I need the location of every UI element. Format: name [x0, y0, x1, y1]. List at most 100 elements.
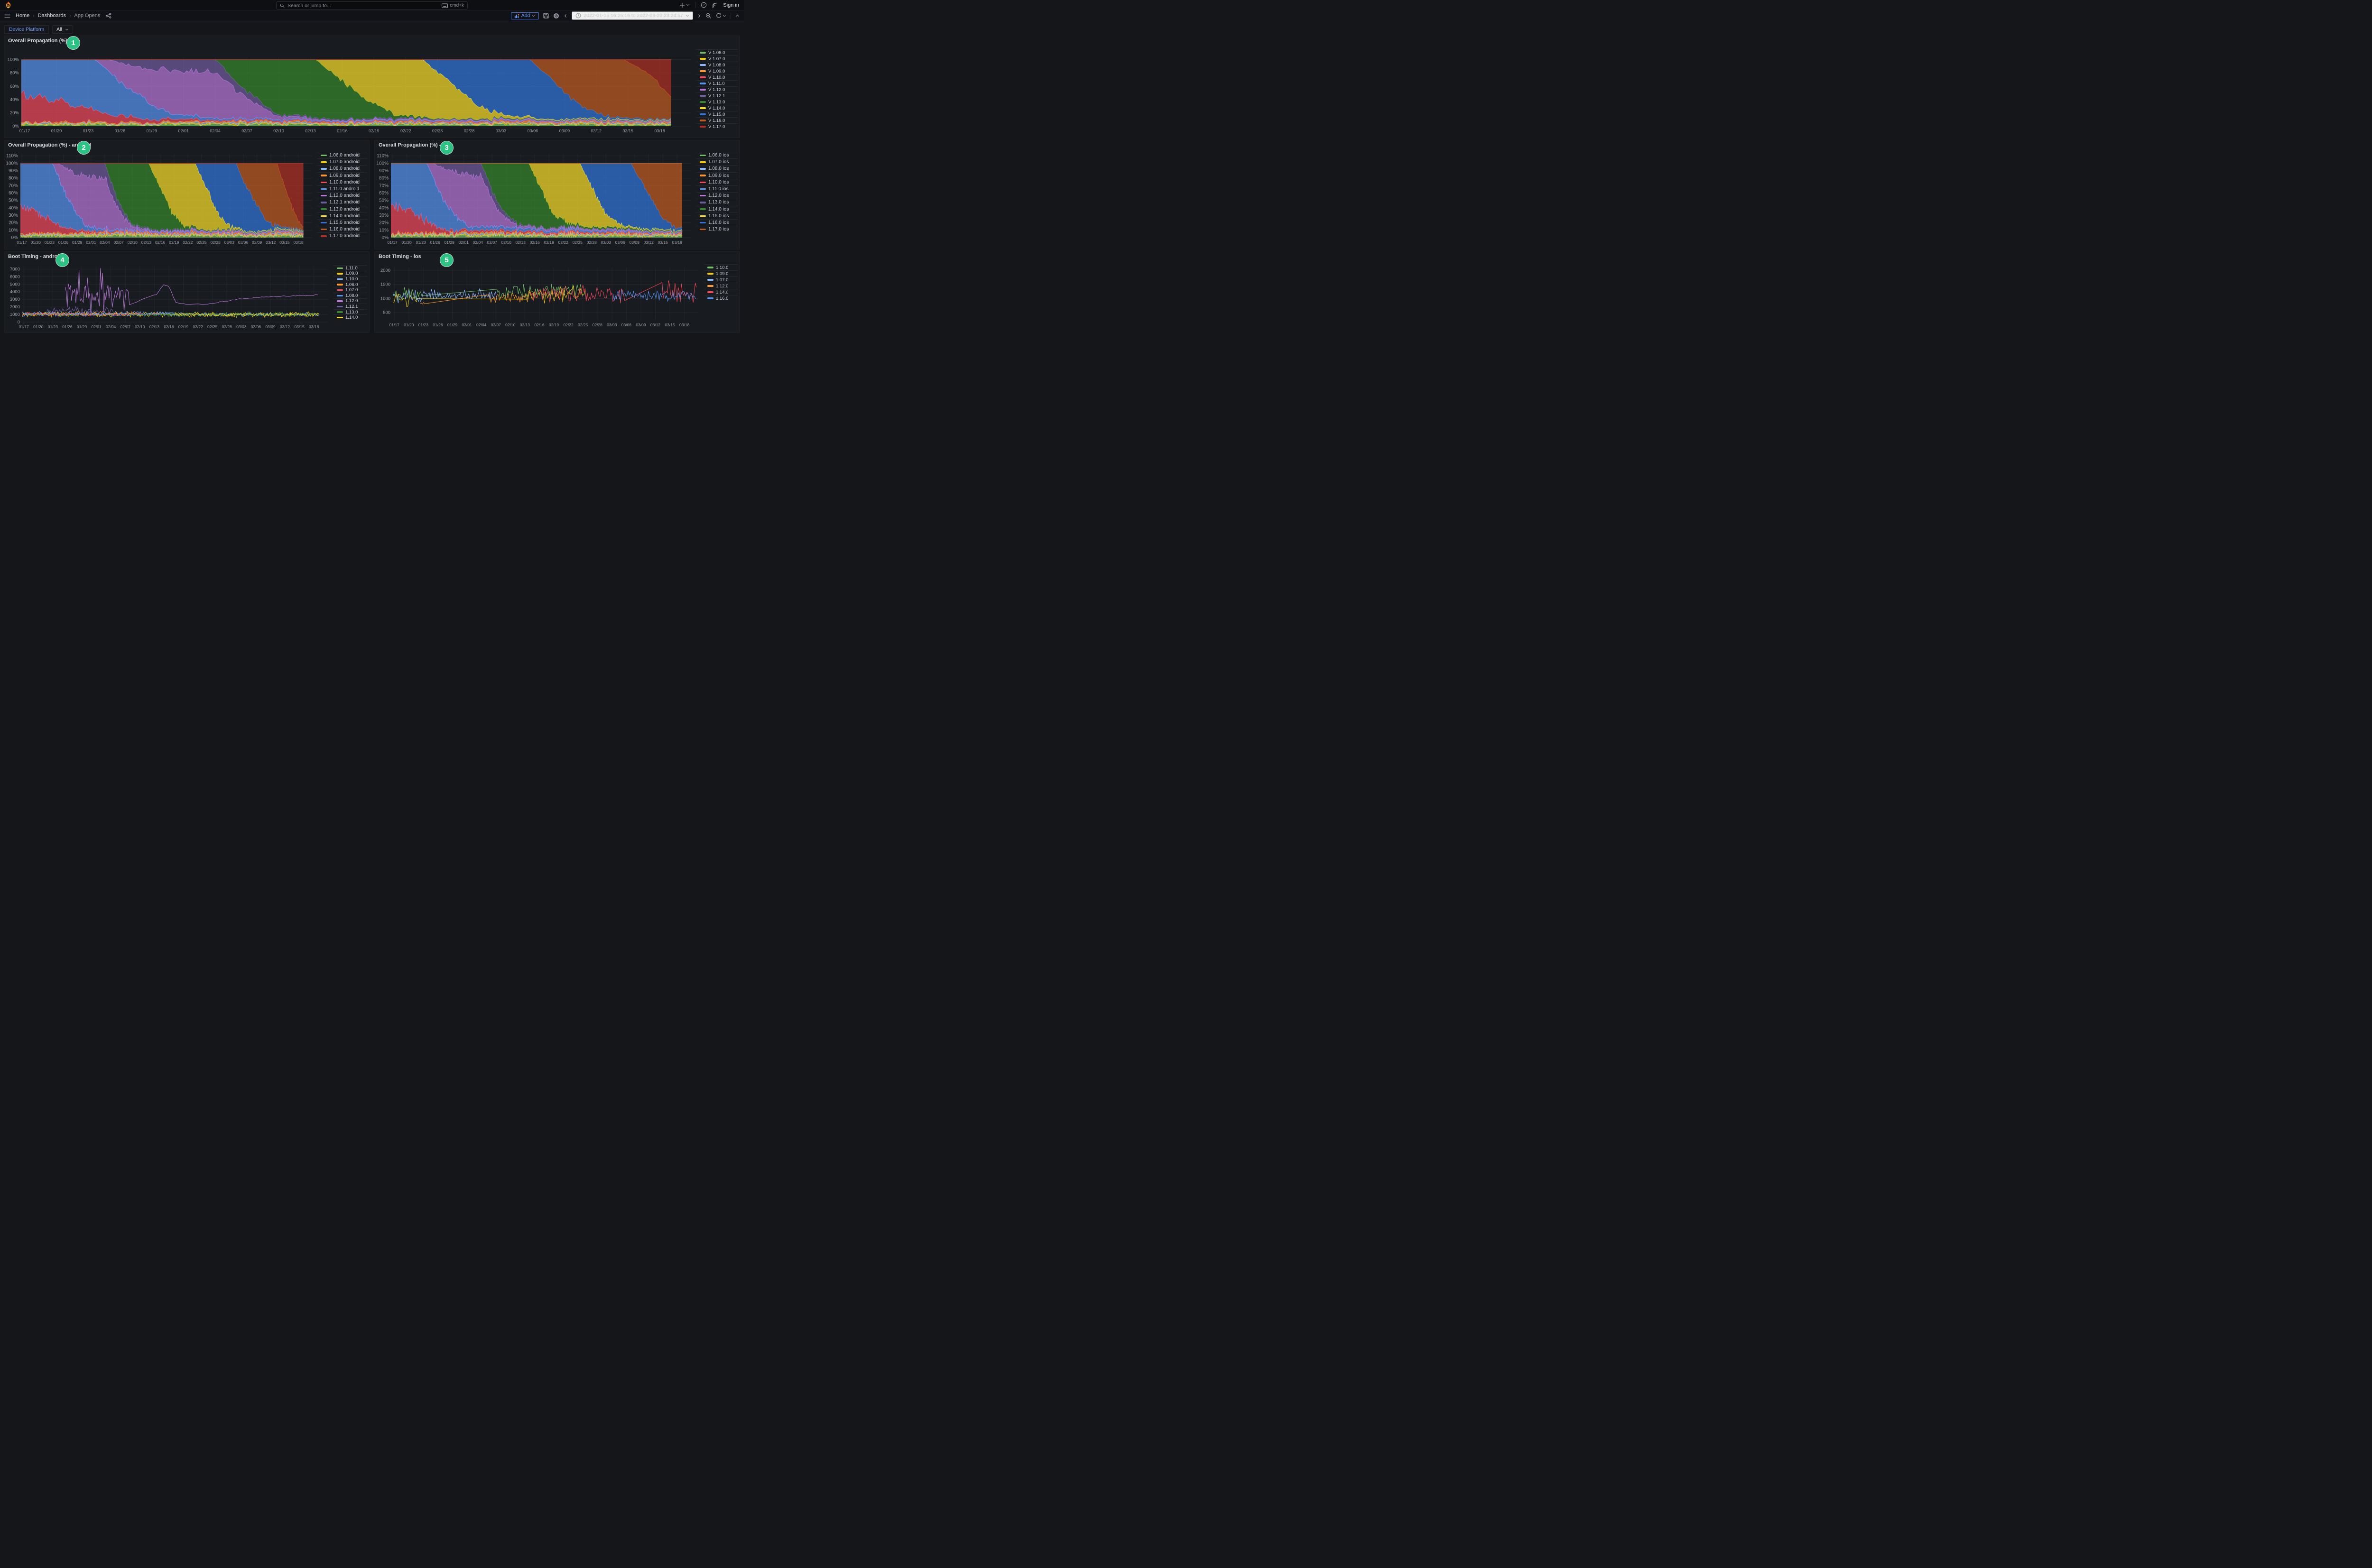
legend-item[interactable]: 1.10.0: [704, 264, 738, 270]
panel-title[interactable]: Boot Timing - ios: [375, 252, 740, 261]
legend-item[interactable]: 1.12.0 android: [317, 192, 367, 199]
legend-item[interactable]: 1.13.0 ios: [696, 199, 738, 205]
legend-item[interactable]: 1.12.0: [333, 298, 367, 304]
legend-label: 1.06.0: [345, 282, 358, 287]
legend-item[interactable]: 1.12.0 ios: [696, 192, 738, 199]
variable-value-dropdown[interactable]: All: [52, 25, 73, 34]
legend-item[interactable]: 1.14.0: [333, 314, 367, 320]
legend-item[interactable]: 1.16.0: [704, 295, 738, 301]
legend-item[interactable]: V 1.12.1: [696, 92, 738, 99]
legend-item[interactable]: 1.16.0 android: [317, 226, 367, 232]
legend-item[interactable]: 1.14.0 ios: [696, 206, 738, 212]
svg-text:02/25: 02/25: [573, 240, 583, 245]
stacked-area-chart[interactable]: 01/1701/2001/2301/2601/2902/0102/0402/07…: [4, 46, 693, 137]
refresh-button[interactable]: [716, 13, 726, 18]
legend-item[interactable]: 1.09.0 android: [317, 172, 367, 179]
kiosk-mode-button[interactable]: [735, 14, 740, 18]
breadcrumb-home[interactable]: Home: [16, 13, 29, 18]
line-chart[interactable]: 01/1701/2001/2301/2601/2902/0102/0402/07…: [4, 261, 330, 332]
legend-item[interactable]: 1.09.0: [704, 270, 738, 277]
svg-text:0%: 0%: [12, 124, 19, 129]
legend-item[interactable]: 1.07.0: [333, 287, 367, 293]
legend-item[interactable]: 1.15.0 android: [317, 219, 367, 226]
panel-title[interactable]: Overall Propagation (%): [4, 36, 740, 46]
legend-item[interactable]: 1.14.0: [704, 289, 738, 295]
time-range-picker[interactable]: 2022-01-16 16:25:16 to 2022-03-20 23:24:…: [572, 11, 693, 20]
grafana-logo[interactable]: [5, 1, 12, 9]
legend-item[interactable]: 1.11.0: [333, 265, 367, 271]
legend-item[interactable]: V 1.10.0: [696, 74, 738, 80]
legend-item[interactable]: 1.10.0 ios: [696, 179, 738, 185]
legend-item[interactable]: 1.16.0 ios: [696, 219, 738, 226]
news-button[interactable]: [712, 2, 718, 8]
legend-item[interactable]: V 1.15.0: [696, 111, 738, 117]
legend-item[interactable]: 1.13.0 android: [317, 206, 367, 212]
legend-swatch: [337, 306, 343, 308]
legend-item[interactable]: 1.12.1 android: [317, 199, 367, 205]
breadcrumb-separator: ›: [69, 13, 71, 18]
svg-text:?: ?: [703, 3, 705, 7]
zoom-out-time-button[interactable]: [705, 13, 712, 19]
legend-item[interactable]: V 1.09.0: [696, 68, 738, 74]
legend-item[interactable]: 1.17.0 ios: [696, 226, 738, 232]
legend-item[interactable]: 1.09.0 ios: [696, 172, 738, 179]
legend-item[interactable]: V 1.08.0: [696, 62, 738, 68]
legend-item[interactable]: V 1.13.0: [696, 99, 738, 105]
legend-item[interactable]: 1.14.0 android: [317, 212, 367, 219]
legend-item[interactable]: 1.08.0: [333, 293, 367, 298]
legend-item[interactable]: 1.11.0 ios: [696, 185, 738, 192]
legend-item[interactable]: 1.12.1: [333, 304, 367, 309]
legend-item[interactable]: 1.08.0 android: [317, 165, 367, 172]
line-chart[interactable]: 01/1701/2001/2301/2601/2902/0102/0402/07…: [375, 261, 701, 332]
time-shift-forward-button[interactable]: [697, 14, 701, 18]
svg-text:30%: 30%: [9, 213, 18, 218]
help-button[interactable]: ?: [701, 2, 707, 8]
svg-text:03/09: 03/09: [636, 323, 646, 327]
search-input[interactable]: Search or jump to... cmd+k: [276, 1, 468, 9]
legend-swatch: [700, 52, 706, 54]
legend-item[interactable]: V 1.06.0: [696, 49, 738, 55]
legend-label: V 1.07.0: [708, 56, 725, 62]
legend-item[interactable]: 1.11.0 android: [317, 185, 367, 192]
legend-item[interactable]: 1.07.0 ios: [696, 158, 738, 165]
legend-item[interactable]: 1.15.0 ios: [696, 212, 738, 219]
breadcrumb-dashboards[interactable]: Dashboards: [38, 13, 66, 18]
legend-item[interactable]: 1.07.0 android: [317, 158, 367, 165]
menu-icon[interactable]: [4, 13, 10, 18]
legend-item[interactable]: 1.13.0: [333, 309, 367, 315]
legend-item[interactable]: V 1.12.0: [696, 86, 738, 92]
svg-text:02/25: 02/25: [578, 323, 588, 327]
svg-text:01/23: 01/23: [416, 240, 426, 245]
svg-text:01/29: 01/29: [447, 323, 458, 327]
legend-item[interactable]: 1.08.0 ios: [696, 165, 738, 172]
legend-item[interactable]: 1.10.0: [333, 276, 367, 282]
legend-item[interactable]: V 1.11.0: [696, 80, 738, 86]
time-shift-back-button[interactable]: [564, 14, 567, 18]
legend-item[interactable]: V 1.17.0: [696, 123, 738, 129]
legend-item[interactable]: 1.10.0 android: [317, 179, 367, 185]
add-panel-button[interactable]: Add: [511, 12, 539, 19]
legend-item[interactable]: 1.09.0: [333, 271, 367, 277]
legend-item[interactable]: 1.06.0 android: [317, 152, 367, 158]
share-icon[interactable]: [106, 13, 111, 18]
save-dashboard-button[interactable]: [543, 13, 549, 18]
new-button[interactable]: [679, 2, 690, 8]
panel-title[interactable]: Overall Propagation (%) - android: [4, 140, 369, 150]
legend-item[interactable]: 1.12.0: [704, 283, 738, 289]
panel-title[interactable]: Overall Propagation (%) - ios: [375, 140, 740, 150]
svg-text:02/10: 02/10: [273, 129, 284, 133]
legend-item[interactable]: 1.17.0 android: [317, 232, 367, 239]
legend-item[interactable]: V 1.07.0: [696, 55, 738, 62]
svg-text:01/17: 01/17: [19, 129, 30, 133]
legend-item[interactable]: V 1.14.0: [696, 105, 738, 111]
dashboard-settings-button[interactable]: [553, 13, 559, 19]
stacked-area-chart[interactable]: 01/1701/2001/2301/2601/2902/0102/0402/07…: [375, 150, 693, 248]
svg-text:02/19: 02/19: [369, 129, 380, 133]
legend-item[interactable]: 1.07.0: [704, 277, 738, 283]
legend-item[interactable]: V 1.16.0: [696, 117, 738, 123]
legend-item[interactable]: 1.06.0 ios: [696, 152, 738, 158]
legend-item[interactable]: 1.06.0: [333, 282, 367, 287]
stacked-area-chart[interactable]: 01/1701/2001/2301/2601/2902/0102/0402/07…: [4, 150, 314, 248]
legend-label: V 1.10.0: [708, 75, 725, 80]
sign-in-link[interactable]: Sign in: [723, 2, 739, 8]
